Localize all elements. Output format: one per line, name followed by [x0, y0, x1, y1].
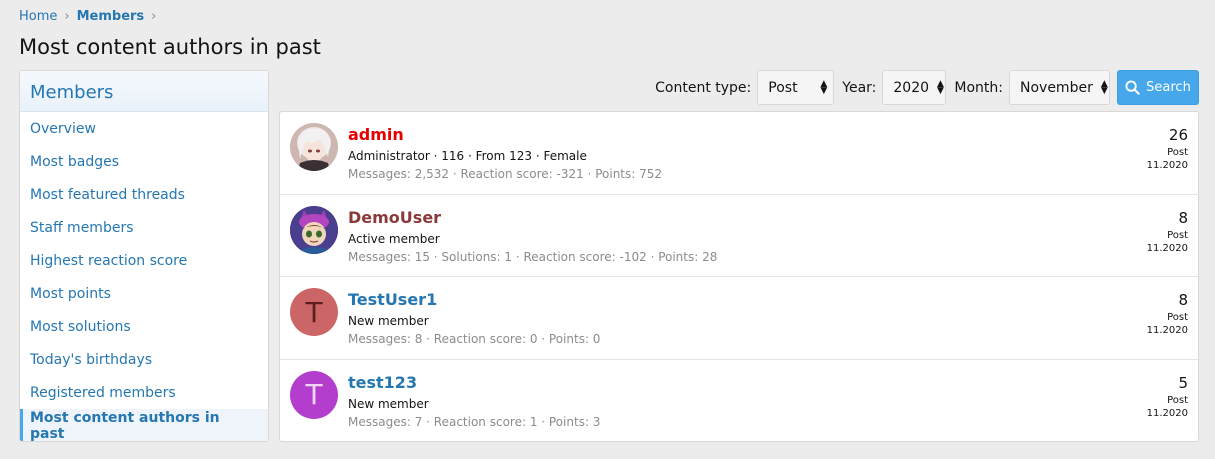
member-stats: Messages: 8 · Reaction score: 0 · Points…: [348, 332, 601, 346]
month-value: November: [1020, 79, 1093, 96]
content-count: 5: [1178, 373, 1188, 392]
year-value: 2020: [893, 79, 930, 96]
select-arrows-icon: ▲ ▼: [820, 78, 828, 96]
filter-bar: Content type: Post ▲ ▼ Year: 2020 ▲ ▼ Mont…: [647, 70, 1199, 105]
content-type: Post: [1167, 312, 1188, 323]
sidebar-item-most-content-authors[interactable]: Most content authors in past: [20, 409, 268, 441]
avatar[interactable]: [290, 123, 338, 171]
search-button[interactable]: Search: [1117, 70, 1199, 105]
avatar-letter: T: [305, 295, 323, 329]
avatar[interactable]: [290, 205, 338, 254]
year-label: Year:: [842, 79, 877, 96]
month-label: Month:: [954, 79, 1003, 96]
member-list: admin Administrator · 116 · From 123 · F…: [279, 111, 1199, 442]
member-username[interactable]: DemoUser: [348, 208, 441, 227]
search-icon: [1125, 80, 1140, 95]
content-type-value: Post: [768, 79, 798, 96]
content-type-label: Content type:: [655, 79, 752, 96]
sidebar-item-overview[interactable]: Overview: [20, 112, 268, 145]
member-title: New member: [348, 396, 429, 411]
content-date: 11.2020: [1146, 407, 1188, 419]
member-username[interactable]: test123: [348, 373, 417, 392]
content-count: 8: [1178, 208, 1188, 227]
content-count-block: 8 Post 11.2020: [1147, 209, 1188, 254]
sidebar-item-most-solutions[interactable]: Most solutions: [20, 310, 268, 343]
chevron-right-icon: ›: [64, 9, 70, 24]
member-username[interactable]: admin: [348, 125, 404, 144]
sidebar-header: Members: [20, 71, 268, 112]
avatar[interactable]: T: [290, 370, 338, 419]
content-date: 11.2020: [1146, 325, 1188, 336]
member-row: admin Administrator · 116 · From 123 · F…: [280, 112, 1198, 195]
content-count-block: 5 Post 11.2020: [1147, 374, 1188, 419]
content-count-block: 8 Post 11.2020: [1147, 291, 1188, 336]
sidebar-item-staff-members[interactable]: Staff members: [20, 211, 268, 244]
sidebar-item-todays-birthdays[interactable]: Today's birthdays: [20, 343, 268, 376]
chevron-right-icon: ›: [151, 9, 157, 24]
anime-avatar-image: [290, 123, 338, 171]
content-date: 11.2020: [1146, 242, 1188, 254]
member-username[interactable]: TestUser1: [348, 290, 437, 309]
sidebar-item-most-points[interactable]: Most points: [20, 277, 268, 310]
member-stats: Messages: 2,532 · Reaction score: -321 ·…: [348, 167, 663, 181]
content-count: 8: [1178, 291, 1188, 309]
content-count: 26: [1168, 126, 1188, 144]
avatar[interactable]: T: [290, 288, 338, 336]
breadcrumb: Home › Members ›: [19, 9, 163, 24]
content-count-block: 26 Post 11.2020: [1147, 126, 1188, 171]
content-date: 11.2020: [1146, 160, 1188, 171]
member-row: T test123 New member Messages: 7 · React…: [280, 360, 1198, 442]
search-button-label: Search: [1146, 80, 1191, 95]
member-title: New member: [348, 314, 429, 328]
content-type: Post: [1167, 229, 1188, 241]
member-title: Active member: [348, 231, 440, 246]
year-select[interactable]: 2020 ▲ ▼: [882, 70, 947, 105]
sidebar-item-highest-reaction-score[interactable]: Highest reaction score: [20, 244, 268, 277]
content-type-select[interactable]: Post ▲ ▼: [757, 70, 835, 105]
page-title: Most content authors in past: [19, 35, 321, 59]
avatar-letter: T: [305, 378, 323, 411]
member-stats: Messages: 15 · Solutions: 1 · Reaction s…: [348, 249, 718, 264]
sidebar-item-most-badges[interactable]: Most badges: [20, 145, 268, 178]
member-stats: Messages: 7 · Reaction score: 1 · Points…: [348, 414, 601, 429]
sidebar: Members Overview Most badges Most featur…: [19, 70, 269, 442]
content-type: Post: [1167, 394, 1188, 406]
sidebar-item-most-featured-threads[interactable]: Most featured threads: [20, 178, 268, 211]
member-title: Administrator · 116 · From 123 · Female: [348, 149, 587, 163]
month-select[interactable]: November ▲ ▼: [1009, 70, 1110, 105]
select-arrows-icon: ▲ ▼: [1100, 78, 1108, 96]
member-row: DemoUser Active member Messages: 15 · So…: [280, 195, 1198, 277]
sidebar-item-registered-members[interactable]: Registered members: [20, 376, 268, 409]
breadcrumb-home-link[interactable]: Home: [19, 9, 57, 24]
select-arrows-icon: ▲ ▼: [937, 78, 944, 96]
cartoon-avatar-image: [290, 205, 338, 254]
content-type: Post: [1167, 147, 1188, 158]
breadcrumb-members-link[interactable]: Members: [77, 9, 145, 24]
member-row: T TestUser1 New member Messages: 8 · Rea…: [280, 277, 1198, 360]
